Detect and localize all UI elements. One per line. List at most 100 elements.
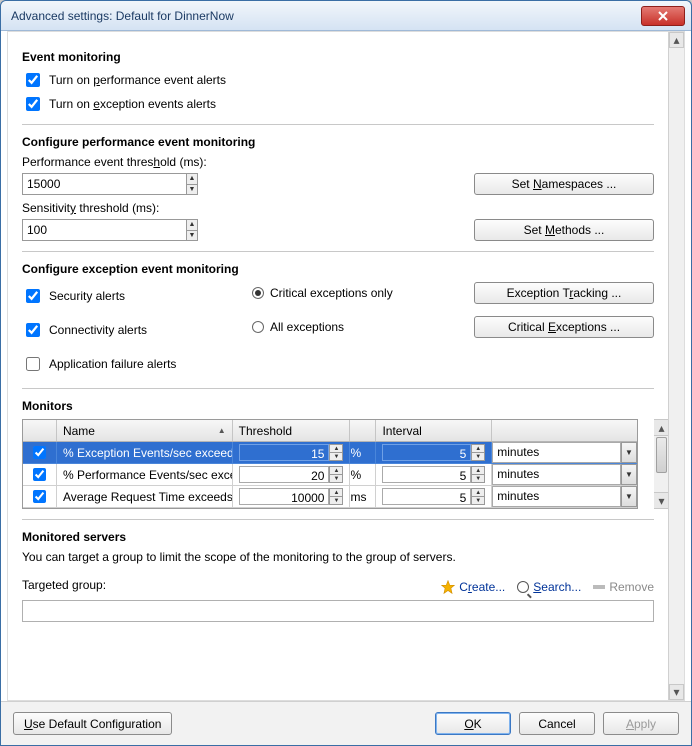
heading-monitors: Monitors: [22, 399, 654, 413]
scroll-up-icon[interactable]: ▴: [669, 32, 684, 48]
divider: [22, 388, 654, 389]
spin-down-icon[interactable]: ▼: [329, 452, 343, 461]
spin-buttons[interactable]: ▲▼: [186, 173, 198, 195]
spin-up-icon[interactable]: ▲: [471, 444, 485, 452]
label-app-failure-alerts: Application failure alerts: [49, 357, 176, 371]
cell-threshold: 15▲▼: [233, 442, 351, 464]
col-interval-unit[interactable]: [492, 420, 637, 441]
threshold-value[interactable]: 20: [239, 466, 330, 483]
monitors-grid[interactable]: Name▲ Threshold Interval % Exception Eve…: [22, 419, 638, 509]
threshold-value[interactable]: 10000: [239, 488, 330, 505]
spin-down-icon[interactable]: ▼: [186, 184, 198, 196]
col-threshold[interactable]: Threshold: [233, 420, 351, 441]
spin-buttons[interactable]: ▲▼: [186, 219, 198, 241]
col-interval[interactable]: Interval: [376, 420, 492, 441]
spin-down-icon[interactable]: ▼: [329, 474, 343, 483]
threshold-value[interactable]: 15: [239, 444, 330, 461]
search-icon: [517, 581, 529, 593]
label-connectivity-alerts: Connectivity alerts: [49, 323, 147, 337]
scroll-up-icon[interactable]: ▴: [654, 420, 668, 436]
scroll-down-icon[interactable]: ▾: [669, 684, 684, 700]
cell-interval-unit: minutes▼: [492, 442, 637, 464]
table-row[interactable]: % Exception Events/sec exceeds ...15▲▼%5…: [23, 442, 637, 464]
spin-down-icon[interactable]: ▼: [186, 230, 198, 242]
checkbox-connectivity-alerts[interactable]: [26, 323, 40, 337]
threshold-spinner[interactable]: 10000▲▼: [239, 488, 344, 505]
grid-scrollbar[interactable]: ▴ ▾: [654, 419, 668, 509]
cell-interval: 5▲▼: [376, 486, 492, 508]
scroll-thumb[interactable]: [656, 437, 667, 473]
spinner-perf-threshold[interactable]: ▲▼: [22, 173, 198, 195]
radio-all-exceptions[interactable]: All exceptions: [252, 320, 442, 334]
search-link[interactable]: Search...: [517, 580, 581, 594]
dialog-footer: Use Default Configuration OK Cancel Appl…: [1, 701, 691, 745]
interval-spinner[interactable]: 5▲▼: [382, 444, 485, 461]
row-checkbox[interactable]: [33, 468, 46, 481]
spin-up-icon[interactable]: ▲: [471, 466, 485, 474]
set-methods-button[interactable]: Set Methods ...: [474, 219, 654, 241]
divider: [22, 519, 654, 520]
dialog-body: Event monitoring Turn on performance eve…: [7, 31, 685, 701]
chevron-down-icon[interactable]: ▼: [621, 442, 637, 463]
threshold-spinner[interactable]: 20▲▼: [239, 466, 344, 483]
spin-up-icon[interactable]: ▲: [471, 488, 485, 496]
ok-button[interactable]: OK: [435, 712, 511, 735]
row-checkbox[interactable]: [33, 446, 46, 459]
spinner-sensitivity[interactable]: ▲▼: [22, 219, 198, 241]
use-default-button[interactable]: Use Default Configuration: [13, 712, 172, 735]
interval-unit-combo[interactable]: minutes▼: [492, 464, 637, 485]
interval-value[interactable]: 5: [382, 466, 471, 483]
chevron-down-icon[interactable]: ▼: [621, 464, 637, 485]
radio-critical-only[interactable]: Critical exceptions only: [252, 286, 442, 300]
monitors-grid-wrap: Name▲ Threshold Interval % Exception Eve…: [22, 419, 654, 509]
spin-up-icon[interactable]: ▲: [329, 466, 343, 474]
chevron-down-icon[interactable]: ▼: [621, 486, 637, 507]
heading-perf-config: Configure performance event monitoring: [22, 135, 654, 149]
table-row[interactable]: % Performance Events/sec excee...20▲▼%5▲…: [23, 464, 637, 486]
set-namespaces-button[interactable]: Set Namespaces ...: [474, 173, 654, 195]
threshold-spinner[interactable]: 15▲▼: [239, 444, 344, 461]
spin-down-icon[interactable]: ▼: [471, 452, 485, 461]
col-unit[interactable]: [350, 420, 376, 441]
spin-up-icon[interactable]: ▲: [329, 488, 343, 496]
spin-up-icon[interactable]: ▲: [329, 444, 343, 452]
spin-down-icon[interactable]: ▼: [329, 496, 343, 505]
exception-tracking-button[interactable]: Exception Tracking ...: [474, 282, 654, 304]
scroll-down-icon[interactable]: ▾: [654, 492, 668, 508]
spin-down-icon[interactable]: ▼: [471, 496, 485, 505]
critical-exceptions-button[interactable]: Critical Exceptions ...: [474, 316, 654, 338]
interval-value[interactable]: 5: [382, 488, 471, 505]
create-link[interactable]: Create...: [441, 580, 505, 594]
cancel-button[interactable]: Cancel: [519, 712, 595, 735]
row-checkbox[interactable]: [33, 490, 46, 503]
interval-spinner[interactable]: 5▲▼: [382, 466, 485, 483]
interval-spinner[interactable]: 5▲▼: [382, 488, 485, 505]
spin-up-icon[interactable]: ▲: [186, 173, 198, 184]
checkbox-perf-alerts[interactable]: [26, 73, 40, 87]
interval-unit-combo[interactable]: minutes▼: [492, 442, 637, 463]
apply-button[interactable]: Apply: [603, 712, 679, 735]
radio-dot-icon: [252, 287, 264, 299]
checkbox-exc-alerts[interactable]: [26, 97, 40, 111]
col-name[interactable]: Name▲: [57, 420, 233, 441]
interval-unit-combo[interactable]: minutes▼: [492, 486, 637, 507]
label-targeted-group: Targeted group:: [22, 578, 106, 592]
scroll-track[interactable]: [669, 48, 684, 684]
col-checkbox[interactable]: [23, 420, 57, 441]
interval-value[interactable]: 5: [382, 444, 471, 461]
body-scrollbar[interactable]: ▴ ▾: [668, 32, 684, 700]
grid-body: % Exception Events/sec exceeds ...15▲▼%5…: [23, 442, 637, 508]
input-perf-threshold[interactable]: [22, 173, 186, 195]
checkbox-security-alerts[interactable]: [26, 289, 40, 303]
spin-up-icon[interactable]: ▲: [186, 219, 198, 230]
checkbox-exc-alerts-row: Turn on exception events alerts: [22, 94, 654, 114]
titlebar[interactable]: Advanced settings: Default for DinnerNow: [1, 1, 691, 31]
close-icon: [657, 11, 669, 21]
spin-down-icon[interactable]: ▼: [471, 474, 485, 483]
cell-interval-unit: minutes▼: [492, 464, 637, 486]
close-button[interactable]: [641, 6, 685, 26]
input-sensitivity[interactable]: [22, 219, 186, 241]
input-targeted-group[interactable]: [22, 600, 654, 622]
table-row[interactable]: Average Request Time exceeds th...10000▲…: [23, 486, 637, 508]
checkbox-app-failure-alerts[interactable]: [26, 357, 40, 371]
